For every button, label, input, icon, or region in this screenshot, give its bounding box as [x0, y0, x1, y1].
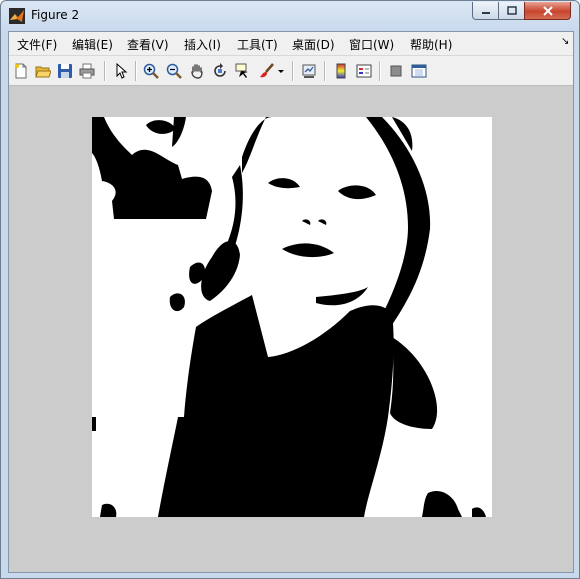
data-cursor-icon[interactable] [233, 61, 253, 81]
toolbar-separator [292, 61, 294, 81]
pan-hand-icon[interactable] [187, 61, 207, 81]
legend-icon[interactable] [354, 61, 374, 81]
menu-desktop[interactable]: 桌面(D) [292, 36, 335, 53]
menu-insert[interactable]: 插入(I) [184, 36, 221, 53]
link-plot-icon[interactable] [299, 61, 319, 81]
menu-bar: 文件(F) 编辑(E) 查看(V) 插入(I) 工具(T) 桌面(D) 窗口(W… [9, 32, 573, 56]
zoom-out-icon[interactable] [164, 61, 184, 81]
figure-toolbar [9, 56, 573, 86]
menu-help[interactable]: 帮助(H) [410, 36, 452, 53]
save-icon[interactable] [55, 61, 75, 81]
open-file-icon[interactable] [33, 61, 53, 81]
new-figure-icon[interactable] [11, 61, 31, 81]
menu-tools[interactable]: 工具(T) [237, 36, 278, 53]
brush-icon[interactable] [257, 61, 277, 81]
maximize-button[interactable] [498, 2, 525, 20]
menu-edit[interactable]: 编辑(E) [72, 36, 113, 53]
figure-client-area: 文件(F) 编辑(E) 查看(V) 插入(I) 工具(T) 桌面(D) 窗口(W… [8, 31, 574, 573]
maximize-icon [506, 6, 517, 15]
window-title: Figure 2 [31, 8, 80, 22]
zoom-in-icon[interactable] [141, 61, 161, 81]
edit-plot-arrow-icon[interactable] [111, 61, 131, 81]
figure-window: Figure 2 文件(F) 编辑(E) 查看(V) 插入(I) 工具(T) 桌… [0, 0, 580, 579]
close-icon [542, 5, 553, 16]
print-icon[interactable] [77, 61, 97, 81]
matlab-app-icon [9, 8, 25, 24]
menu-view[interactable]: 查看(V) [127, 36, 169, 53]
title-bar[interactable]: Figure 2 [1, 1, 579, 31]
toolbar-separator [324, 61, 326, 81]
close-button[interactable] [524, 2, 571, 20]
brush-dropdown-icon[interactable] [276, 61, 286, 81]
toolbar-separator [379, 61, 381, 81]
figure-canvas[interactable] [9, 86, 573, 572]
minimize-button[interactable] [472, 2, 499, 20]
menu-window[interactable]: 窗口(W) [349, 36, 394, 53]
binary-photo-image[interactable] [92, 117, 492, 517]
minimize-icon [481, 11, 490, 14]
menu-overflow-icon[interactable]: ↘ [561, 36, 569, 47]
toolbar-separator [135, 61, 137, 81]
hide-plot-tools-icon[interactable] [386, 61, 406, 81]
toolbar-separator [104, 61, 106, 81]
rotate-3d-icon[interactable] [210, 61, 230, 81]
menu-file[interactable]: 文件(F) [17, 36, 57, 53]
show-plot-tools-icon[interactable] [409, 61, 429, 81]
colorbar-icon[interactable] [331, 61, 351, 81]
